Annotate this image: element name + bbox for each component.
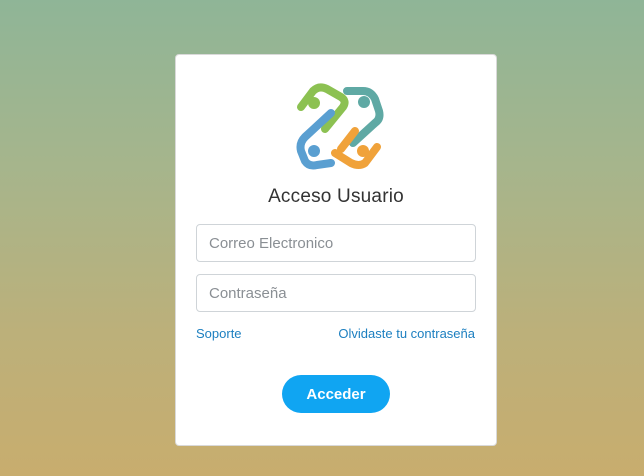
logo-orange-figure xyxy=(331,127,381,169)
email-field[interactable] xyxy=(196,224,476,262)
submit-button[interactable]: Acceder xyxy=(282,375,390,413)
support-link[interactable]: Soporte xyxy=(196,326,242,341)
login-card: Acceso Usuario Soporte Olvidaste tu cont… xyxy=(175,54,497,446)
password-field[interactable] xyxy=(196,274,476,312)
logo-blue-figure xyxy=(296,109,335,170)
forgot-password-link[interactable]: Olvidaste tu contraseña xyxy=(338,326,475,341)
login-title: Acceso Usuario xyxy=(268,186,404,207)
people-logo-icon xyxy=(296,83,384,170)
